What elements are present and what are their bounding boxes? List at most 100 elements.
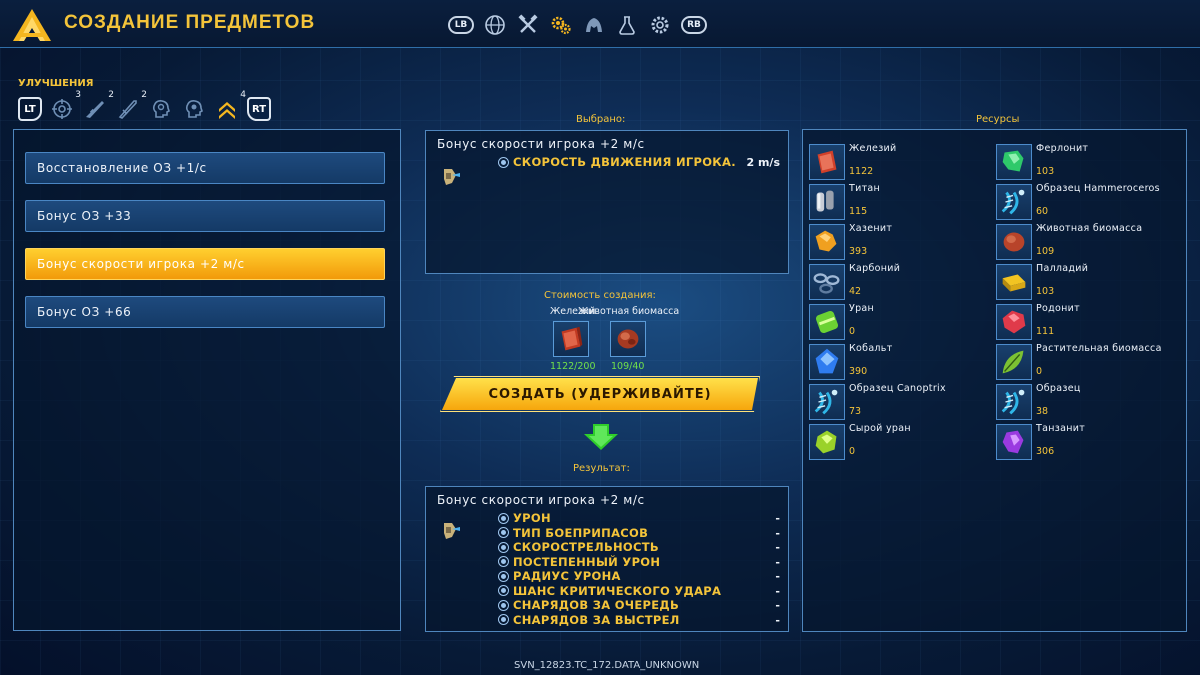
selected-stat-value: 2 m/s bbox=[746, 156, 780, 169]
result-stat-name: УРОН bbox=[513, 511, 551, 525]
resource-count: 0 bbox=[1036, 366, 1043, 377]
settings-gear-icon[interactable] bbox=[648, 13, 672, 37]
result-stat: СКОРОСТРЕЛЬНОСТЬ bbox=[498, 540, 659, 554]
iron-ingot-icon bbox=[809, 144, 845, 180]
resource-name: Сырой уран bbox=[849, 423, 911, 434]
resource-item[interactable]: Кобальт 390 bbox=[809, 342, 997, 382]
head-icon[interactable] bbox=[148, 96, 174, 122]
result-stat: ТИП БОЕПРИПАСОВ bbox=[498, 526, 648, 540]
resource-item[interactable]: Образец Canoptrix 73 bbox=[809, 382, 997, 422]
globe-icon[interactable] bbox=[483, 13, 507, 37]
result-stat: ПОСТЕПЕННЫЙ УРОН bbox=[498, 555, 660, 569]
crossed-tools-icon[interactable] bbox=[516, 13, 540, 37]
resource-count: 109 bbox=[1036, 246, 1055, 257]
build-version-text: SVN_12823.TC_172.DATA_UNKNOWN bbox=[514, 660, 700, 671]
gears-icon[interactable] bbox=[549, 13, 573, 37]
resource-name: Уран bbox=[849, 303, 875, 314]
header-bar: СОЗДАНИЕ ПРЕДМЕТОВ LB RB bbox=[0, 0, 1200, 48]
resource-name: Титан bbox=[849, 183, 881, 194]
recipe-item[interactable]: Бонус ОЗ +33 bbox=[25, 200, 385, 232]
rhodonite-icon bbox=[996, 304, 1032, 340]
result-stat-value: - bbox=[775, 512, 780, 525]
recipe-item[interactable]: Восстановление ОЗ +1/с bbox=[25, 152, 385, 184]
resource-item[interactable]: Образец 38 bbox=[996, 382, 1184, 422]
result-stat: СНАРЯДОВ ЗА ОЧЕРЕДЬ bbox=[498, 598, 679, 612]
result-panel: Бонус скорости игрока +2 м/с УРОН - ТИП БО… bbox=[425, 486, 789, 632]
resource-name: Образец Hammeroceros bbox=[1036, 183, 1160, 194]
lt-button[interactable]: LT bbox=[18, 97, 42, 121]
result-stat: ШАНС КРИТИЧЕСКОГО УДАРА bbox=[498, 584, 721, 598]
cost-item-name: Животная биомасса bbox=[578, 306, 680, 317]
resource-name: Хазенит bbox=[849, 223, 893, 234]
chevron-up-rank-icon[interactable]: 4 bbox=[214, 90, 246, 122]
result-stat-name: ПОСТЕПЕННЫЙ УРОН bbox=[513, 554, 661, 569]
result-stat: УРОН bbox=[498, 511, 551, 525]
rifle-icon[interactable]: 2 bbox=[82, 90, 114, 122]
selected-label: Выбрано: bbox=[576, 114, 626, 125]
resource-item[interactable]: Растительная биомасса 0 bbox=[996, 342, 1184, 382]
resource-item[interactable]: Сырой уран 0 bbox=[809, 422, 997, 462]
iron-ingot-icon[interactable] bbox=[553, 321, 589, 357]
resource-item[interactable]: Ферлонит 103 bbox=[996, 142, 1184, 182]
raw-uranium-icon bbox=[809, 424, 845, 460]
resources-label: Ресурсы bbox=[976, 114, 1020, 125]
result-stat-name: РАДИУС УРОНА bbox=[513, 569, 621, 583]
recipe-item[interactable]: Бонус ОЗ +66 bbox=[25, 296, 385, 328]
resource-name: Животная биомасса bbox=[1036, 223, 1143, 234]
blade-icon[interactable]: 2 bbox=[115, 90, 147, 122]
dna-icon bbox=[996, 384, 1032, 420]
upgrades-tabs: LT 3 2 2 4 RT bbox=[18, 90, 271, 123]
head-alt-icon[interactable] bbox=[181, 96, 207, 122]
resource-name: Железий bbox=[849, 143, 897, 154]
resource-name: Палладий bbox=[1036, 263, 1089, 274]
resource-item[interactable]: Образец Hammeroceros 60 bbox=[996, 182, 1184, 222]
stat-icon bbox=[498, 527, 509, 538]
resource-item[interactable]: Хазенит 393 bbox=[809, 222, 997, 262]
rb-button[interactable]: RB bbox=[681, 16, 707, 34]
resource-count: 1122 bbox=[849, 166, 874, 177]
flask-icon[interactable] bbox=[615, 13, 639, 37]
cost-label: Стоимость создания: bbox=[544, 290, 656, 301]
stat-icon bbox=[498, 614, 509, 625]
upgrade-count: 4 bbox=[240, 90, 246, 100]
selected-stat-name: СКОРОСТЬ ДВИЖЕНИЯ ИГРОКА. bbox=[513, 155, 736, 169]
stat-icon bbox=[498, 541, 509, 553]
resource-count: 60 bbox=[1036, 206, 1049, 217]
hazenite-icon bbox=[809, 224, 845, 260]
uranium-icon bbox=[809, 304, 845, 340]
result-stat-value: - bbox=[775, 613, 780, 627]
resource-item[interactable]: Палладий 103 bbox=[996, 262, 1184, 302]
recipe-item-selected[interactable]: Бонус скорости игрока +2 м/с bbox=[25, 248, 385, 280]
resource-count: 0 bbox=[849, 326, 856, 337]
result-stat-name: ШАНС КРИТИЧЕСКОГО УДАРА bbox=[513, 583, 722, 598]
rt-button[interactable]: RT bbox=[247, 97, 271, 121]
resource-item[interactable]: Танзанит 306 bbox=[996, 422, 1184, 462]
resource-name: Образец Canoptrix bbox=[849, 383, 946, 394]
result-stat-value: - bbox=[775, 570, 780, 583]
result-stat-name: СКОРОСТРЕЛЬНОСТЬ bbox=[513, 540, 659, 554]
resource-count: 73 bbox=[849, 406, 862, 417]
resource-count: 38 bbox=[1036, 406, 1049, 417]
result-label: Результат: bbox=[573, 463, 630, 474]
resource-item[interactable]: Железий 1122 bbox=[809, 142, 997, 182]
resource-name: Ферлонит bbox=[1036, 143, 1089, 154]
animal-biomass-icon[interactable] bbox=[610, 321, 646, 357]
resource-item[interactable]: Уран 0 bbox=[809, 302, 997, 342]
upgrade-count: 3 bbox=[75, 90, 81, 100]
resource-count: 103 bbox=[1036, 286, 1055, 297]
resource-item[interactable]: Родонит 111 bbox=[996, 302, 1184, 342]
resource-count: 111 bbox=[1036, 326, 1055, 337]
result-stat-value: - bbox=[775, 541, 780, 554]
ferdonit-icon bbox=[996, 144, 1032, 180]
crosshair-icon[interactable]: 3 bbox=[49, 90, 81, 122]
creature-icon[interactable] bbox=[582, 13, 606, 37]
resource-item[interactable]: Животная биомасса 109 bbox=[996, 222, 1184, 262]
lb-button[interactable]: LB bbox=[448, 16, 474, 34]
recipe-list-panel: Восстановление ОЗ +1/с Бонус ОЗ +33 Бону… bbox=[13, 129, 401, 631]
speed-boost-item-icon bbox=[444, 523, 460, 539]
selected-panel: Бонус скорости игрока +2 м/с СКОРОСТЬ ДВ… bbox=[425, 130, 789, 274]
create-button[interactable]: СОЗДАТЬ (УДЕРЖИВАЙТЕ) bbox=[442, 378, 758, 410]
resource-item[interactable]: Карбоний 42 bbox=[809, 262, 997, 302]
upgrades-label: УЛУЧШЕНИЯ bbox=[18, 78, 94, 89]
resource-item[interactable]: Титан 115 bbox=[809, 182, 997, 222]
